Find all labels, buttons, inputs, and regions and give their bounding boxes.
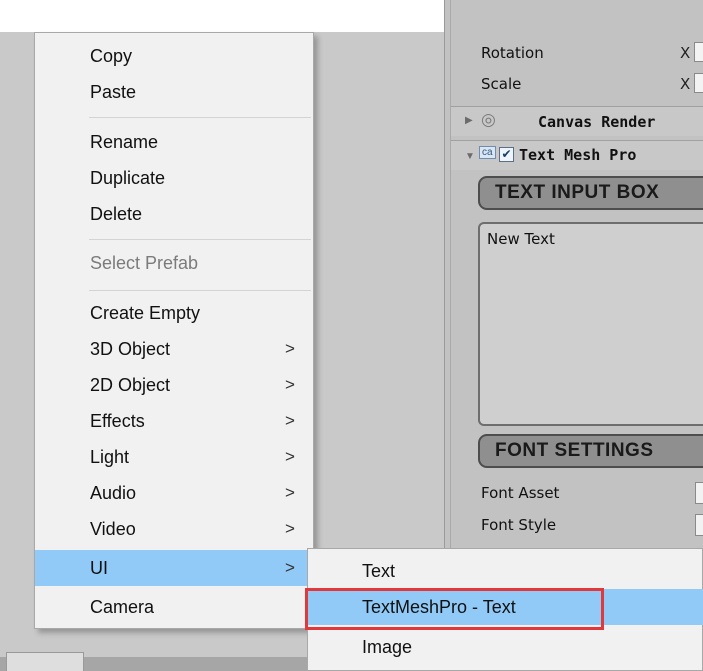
chevron-right-icon: > bbox=[285, 339, 295, 358]
scale-label: Scale bbox=[481, 75, 522, 93]
text-mesh-pro-title: Text Mesh Pro bbox=[519, 146, 637, 164]
text-input-area[interactable]: New Text bbox=[478, 222, 703, 426]
foldout-collapsed-icon[interactable]: ▶ bbox=[465, 115, 473, 126]
component-enabled-checkbox[interactable]: ✔ bbox=[499, 147, 514, 162]
font-style-label: Font Style bbox=[481, 516, 557, 534]
menu-item-copy[interactable]: Copy bbox=[35, 38, 313, 74]
submenu-item-label: Text bbox=[362, 561, 396, 581]
menu-item-effects[interactable]: Effects > bbox=[35, 403, 313, 439]
menu-item-video[interactable]: Video > bbox=[35, 511, 313, 547]
menu-item-rename[interactable]: Rename bbox=[35, 124, 313, 160]
menu-item-label: Light bbox=[90, 447, 130, 467]
font-settings-section[interactable]: FONT SETTINGS bbox=[478, 434, 703, 468]
foldout-expanded-icon[interactable]: ▼ bbox=[465, 151, 475, 162]
rotation-x-field[interactable] bbox=[694, 42, 703, 62]
menu-separator bbox=[89, 117, 311, 118]
menu-item-ui[interactable]: UI > bbox=[35, 550, 313, 586]
chevron-right-icon: > bbox=[285, 447, 295, 466]
menu-item-label: Copy bbox=[90, 46, 133, 66]
scale-x-label: X bbox=[680, 75, 691, 93]
menu-item-label: UI bbox=[90, 558, 108, 578]
menu-item-label: Effects bbox=[90, 411, 145, 431]
menu-item-3d-object[interactable]: 3D Object > bbox=[35, 331, 313, 367]
chevron-right-icon: > bbox=[285, 411, 295, 430]
canvas-renderer-icon: ◎ bbox=[481, 110, 496, 129]
menu-item-light[interactable]: Light > bbox=[35, 439, 313, 475]
font-asset-label: Font Asset bbox=[481, 484, 560, 502]
scale-x-field[interactable] bbox=[694, 73, 703, 93]
menu-item-create-empty[interactable]: Create Empty bbox=[35, 295, 313, 331]
menu-item-duplicate[interactable]: Duplicate bbox=[35, 160, 313, 196]
canvas-renderer-title: Canvas Render bbox=[538, 113, 656, 131]
menu-item-label: 2D Object bbox=[90, 375, 171, 395]
menu-item-label: Select Prefab bbox=[90, 253, 199, 273]
menu-item-label: Camera bbox=[90, 597, 155, 617]
chevron-right-icon: > bbox=[285, 375, 295, 394]
bottom-panel-tab[interactable] bbox=[6, 652, 84, 671]
menu-item-label: Delete bbox=[90, 204, 143, 224]
menu-item-label: Rename bbox=[90, 132, 159, 152]
text-input-box-section[interactable]: TEXT INPUT BOX bbox=[478, 176, 703, 210]
menu-item-label: Paste bbox=[90, 82, 137, 102]
menu-item-label: Duplicate bbox=[90, 168, 166, 188]
menu-item-2d-object[interactable]: 2D Object > bbox=[35, 367, 313, 403]
menu-item-paste[interactable]: Paste bbox=[35, 74, 313, 110]
rotation-label: Rotation bbox=[481, 44, 544, 62]
rotation-x-label: X bbox=[680, 44, 691, 62]
text-mesh-pro-icon: ca bbox=[479, 146, 496, 159]
chevron-right-icon: > bbox=[285, 519, 295, 538]
highlight-annotation-box bbox=[305, 588, 604, 630]
font-asset-field[interactable] bbox=[695, 482, 703, 504]
chevron-right-icon: > bbox=[285, 558, 295, 577]
menu-item-label: Audio bbox=[90, 483, 137, 503]
submenu-item-label: Image bbox=[362, 637, 413, 657]
menu-item-label: Create Empty bbox=[90, 303, 201, 323]
menu-item-camera[interactable]: Camera bbox=[35, 589, 313, 625]
menu-item-delete[interactable]: Delete bbox=[35, 196, 313, 232]
context-menu: Copy Paste Rename Duplicate Delete Selec… bbox=[34, 32, 314, 629]
menu-separator bbox=[89, 239, 311, 240]
menu-item-select-prefab: Select Prefab bbox=[35, 245, 313, 281]
menu-item-label: Video bbox=[90, 519, 136, 539]
chevron-right-icon: > bbox=[285, 483, 295, 502]
submenu-item-image[interactable]: Image bbox=[308, 629, 703, 665]
submenu-item-text[interactable]: Text bbox=[308, 553, 703, 589]
menu-item-label: 3D Object bbox=[90, 339, 171, 359]
text-input-value: New Text bbox=[487, 230, 555, 248]
menu-separator bbox=[89, 290, 311, 291]
menu-item-audio[interactable]: Audio > bbox=[35, 475, 313, 511]
font-style-field[interactable] bbox=[695, 514, 703, 536]
